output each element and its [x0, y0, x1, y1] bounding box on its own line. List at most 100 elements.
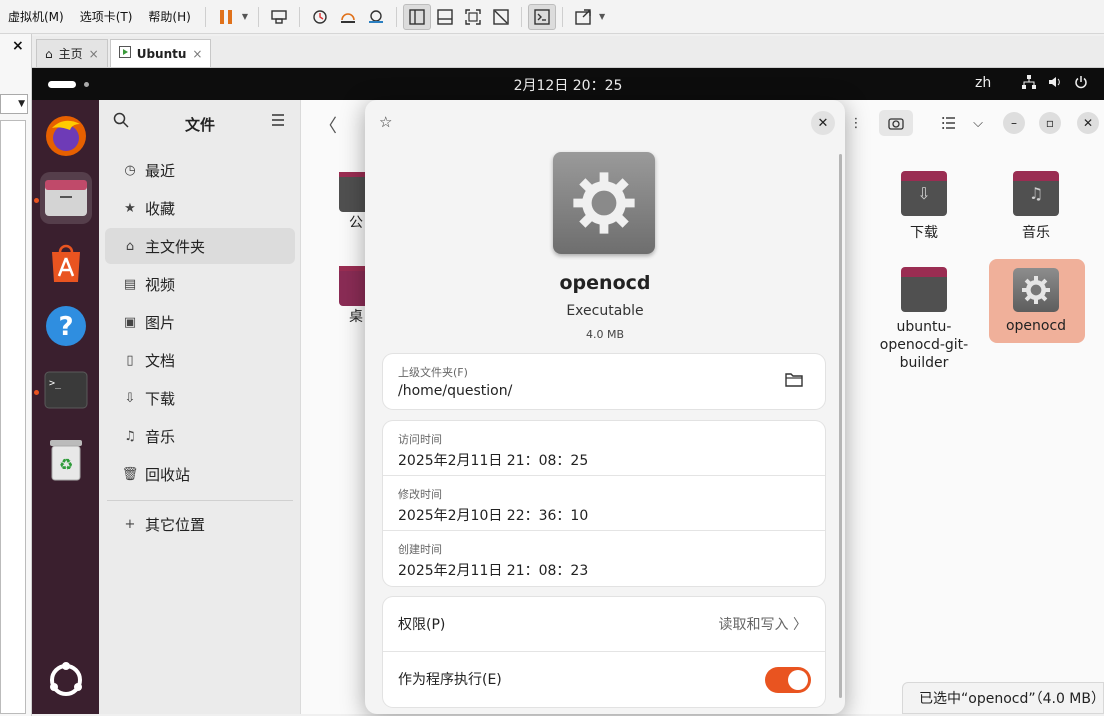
close-icon[interactable]: × — [89, 47, 99, 61]
minimize-icon[interactable]: – — [1003, 112, 1025, 134]
parent-folder-label: 上级文件夹(F) — [398, 366, 468, 379]
star-icon: ★ — [124, 200, 136, 216]
music-folder-icon: ♫ — [1013, 171, 1059, 216]
close-window-icon[interactable]: ✕ — [1077, 112, 1099, 134]
fullscreen-icon[interactable] — [459, 4, 487, 30]
chevron-down-icon[interactable]: ▼ — [599, 12, 605, 21]
list-view-icon[interactable] — [937, 110, 961, 136]
library-list — [0, 120, 26, 714]
file-size: 4.0 MB — [585, 328, 625, 341]
permissions-label: 权限(P) — [398, 617, 446, 633]
close-icon[interactable]: × — [192, 47, 202, 61]
clock[interactable]: 2月12日 20：25 — [32, 75, 1104, 95]
sidebar-toggle-icon[interactable] — [402, 3, 431, 30]
scrollbar[interactable] — [839, 154, 842, 698]
chevron-down-icon[interactable]: ▼ — [242, 12, 248, 21]
back-icon[interactable]: 〈 — [319, 112, 337, 138]
stretch-icon[interactable] — [569, 4, 597, 30]
sidebar-item-downloads[interactable]: ⇩ 下载 — [105, 380, 295, 416]
maximize-icon[interactable]: ▫ — [1039, 112, 1061, 134]
toolbar-divider — [257, 6, 259, 27]
home-icon: ⌂ — [125, 238, 135, 254]
sidebar-item-documents[interactable]: ▯ 文档 — [105, 342, 295, 378]
view-options-dropdown-icon[interactable]: ⌵ — [967, 110, 989, 136]
document-icon: ▯ — [126, 352, 134, 368]
sidebar-item-recent[interactable]: ◷ 最近 — [105, 152, 295, 188]
accessed-label: 访问时间 — [398, 433, 442, 446]
sidebar-item-label: 文档 — [145, 351, 176, 370]
toolbar-divider — [298, 6, 300, 27]
input-language[interactable]: zh — [975, 75, 991, 91]
volume-icon — [1048, 75, 1062, 93]
folder-music[interactable]: ♫ 音乐 — [991, 171, 1081, 242]
sidebar-item-label: 回收站 — [145, 465, 191, 484]
sidebar-item-label: 其它位置 — [145, 515, 206, 534]
parent-folder-row[interactable]: 上级文件夹(F) /home/question/ — [383, 354, 825, 409]
plus-icon: + — [124, 516, 136, 532]
app-center-icon[interactable] — [40, 236, 92, 288]
menu-icon[interactable] — [271, 112, 285, 130]
tab-ubuntu[interactable]: Ubuntu × — [109, 39, 212, 67]
snapshot-manager-icon[interactable] — [362, 4, 390, 30]
menu-tabs[interactable]: 选项卡(T) — [72, 0, 141, 34]
dock: ? >_ ♻ — [32, 100, 99, 714]
terminal-icon[interactable]: >_ — [40, 364, 92, 416]
help-icon[interactable]: ? — [40, 300, 92, 352]
folder-icon — [901, 267, 947, 312]
send-keys-icon[interactable] — [265, 4, 293, 30]
search-folder-icon[interactable] — [879, 110, 913, 136]
menu-vm[interactable]: 虚拟机(M) — [0, 0, 72, 34]
permissions-row[interactable]: 权限(P) 读取和写入 〉 — [383, 597, 825, 652]
firefox-icon[interactable] — [40, 110, 92, 162]
thumbnail-bar-icon[interactable] — [431, 4, 459, 30]
folder-label: 下载 — [910, 225, 938, 241]
system-tray[interactable] — [1022, 75, 1088, 93]
files-icon[interactable] — [40, 172, 92, 224]
file-openocd[interactable]: openocd — [991, 268, 1081, 334]
tab-home[interactable]: ⌂ 主页 × — [36, 39, 108, 67]
sidebar-item-pictures[interactable]: ▣ 图片 — [105, 304, 295, 340]
modified-value: 2025年2月10日 22：36：10 — [398, 508, 589, 524]
sidebar-item-starred[interactable]: ★ 收藏 — [105, 190, 295, 226]
star-icon[interactable]: ☆ — [379, 113, 392, 131]
running-indicator — [34, 198, 39, 203]
execute-toggle[interactable] — [765, 667, 811, 693]
svg-text:♻: ♻ — [59, 455, 73, 474]
open-folder-icon[interactable] — [785, 372, 803, 391]
sidebar-item-label: 最近 — [145, 161, 176, 180]
sidebar-item-trash[interactable]: 🗑 回收站 — [105, 456, 295, 492]
console-icon[interactable] — [527, 3, 556, 30]
revert-snapshot-icon[interactable] — [334, 4, 362, 30]
file-type: Executable — [566, 303, 644, 319]
svg-text:?: ? — [58, 312, 73, 342]
sidebar-item-label: 图片 — [145, 313, 176, 332]
created-row: 创建时间 2025年2月11日 21：08：23 — [383, 531, 825, 586]
sidebar-item-other-locations[interactable]: + 其它位置 — [105, 506, 295, 542]
sidebar-item-label: 主文件夹 — [145, 237, 206, 256]
toolbar-divider — [395, 6, 397, 27]
modified-row: 修改时间 2025年2月10日 22：36：10 — [383, 476, 825, 531]
folder-builder[interactable]: ubuntu- openocd-git- builder — [879, 267, 969, 372]
pause-icon[interactable] — [212, 4, 240, 30]
folder-downloads[interactable]: ⇩ 下载 — [879, 171, 969, 242]
file-name: openocd — [559, 272, 651, 294]
sidebar-item-home[interactable]: ⌂ 主文件夹 — [105, 228, 295, 264]
sidebar-item-music[interactable]: ♫ 音乐 — [105, 418, 295, 454]
more-options-icon[interactable]: ⋮ — [846, 110, 866, 136]
toolbar-divider — [561, 6, 563, 27]
execute-row: 作为程序执行(E) — [383, 652, 825, 707]
unity-icon[interactable] — [487, 4, 515, 30]
menu-help[interactable]: 帮助(H) — [140, 0, 198, 34]
parent-folder-value: /home/question/ — [398, 383, 513, 399]
snapshot-icon[interactable] — [306, 4, 334, 30]
toolbar-divider — [204, 6, 206, 27]
show-apps-icon[interactable] — [40, 654, 92, 706]
close-icon[interactable]: × — [12, 38, 24, 54]
library-dropdown[interactable]: ▼ — [0, 94, 28, 114]
sidebar-item-videos[interactable]: ▤ 视频 — [105, 266, 295, 302]
chevron-right-icon: 〉 — [793, 617, 807, 633]
folder-label: ubuntu- openocd-git- builder — [879, 319, 969, 371]
close-icon[interactable]: ✕ — [811, 111, 835, 135]
trash-icon[interactable]: ♻ — [40, 434, 92, 486]
permissions-card: 权限(P) 读取和写入 〉 作为程序执行(E) — [383, 597, 825, 707]
